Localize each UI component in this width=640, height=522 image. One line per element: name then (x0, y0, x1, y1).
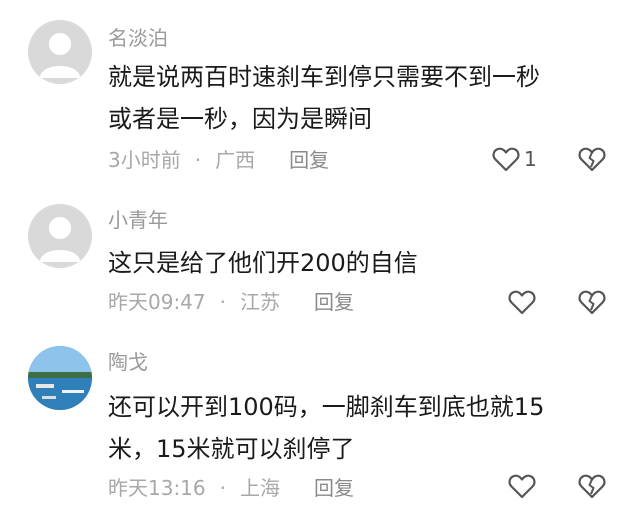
heart-outline-icon (508, 290, 536, 315)
comment-username[interactable]: 陶戈 (108, 348, 148, 376)
meta-separator: · (219, 290, 226, 314)
dislike-button[interactable] (578, 289, 606, 315)
comment-username[interactable]: 名淡泊 (108, 24, 168, 52)
comment-location: 广西 (215, 148, 256, 172)
broken-heart-icon (578, 474, 606, 499)
heart-outline-icon (508, 474, 536, 499)
comment-item: 小青年 这只是给了他们开200的自信 昨天09:47 · 江苏 回复 (0, 190, 640, 330)
comment-time: 昨天09:47 (108, 290, 206, 314)
comment-username[interactable]: 小青年 (108, 206, 168, 234)
broken-heart-icon (578, 147, 606, 172)
comment-meta: 昨天09:47 · 江苏 回复 (108, 288, 354, 316)
dislike-button[interactable] (578, 146, 606, 172)
comment-time: 3小时前 (108, 148, 181, 172)
comment-text: 还可以开到100码，一脚刹车到底也就15 米，15米就可以刹停了 (108, 393, 545, 463)
comment-time: 昨天13:16 (108, 476, 206, 500)
like-button[interactable] (508, 473, 536, 499)
comment-item: 名淡泊 就是说两百时速刹车到停只需要不到一秒 或者是一秒，因为是瞬间 3小时前 … (0, 0, 640, 190)
default-avatar-icon (40, 217, 80, 262)
like-button[interactable] (508, 289, 536, 315)
user-avatar[interactable] (28, 204, 92, 268)
broken-heart-icon (578, 290, 606, 315)
comment-meta: 昨天13:16 · 上海 回复 (108, 474, 354, 502)
meta-separator: · (194, 148, 202, 172)
comment-text: 这只是给了他们开200的自信 (108, 249, 418, 277)
comment-item: 陶戈 还可以开到100码，一脚刹车到底也就15 米，15米就可以刹停了 昨天13… (0, 330, 640, 522)
user-avatar[interactable] (28, 346, 92, 410)
comment-meta: 3小时前 · 广西 回复 (108, 146, 329, 174)
like-button[interactable]: 1 (492, 146, 537, 172)
meta-separator: · (219, 476, 226, 500)
like-count: 1 (524, 147, 537, 171)
comment-location: 江苏 (240, 290, 280, 314)
comment-text: 就是说两百时速刹车到停只需要不到一秒 或者是一秒，因为是瞬间 (108, 63, 540, 133)
user-avatar[interactable] (28, 20, 92, 84)
reply-button[interactable]: 回复 (289, 146, 329, 174)
dislike-button[interactable] (578, 473, 606, 499)
photo-avatar (28, 346, 92, 410)
default-avatar-icon (40, 33, 80, 78)
reply-button[interactable]: 回复 (314, 474, 354, 502)
comment-location: 上海 (240, 476, 280, 500)
heart-outline-icon (492, 147, 520, 172)
reply-button[interactable]: 回复 (314, 288, 354, 316)
